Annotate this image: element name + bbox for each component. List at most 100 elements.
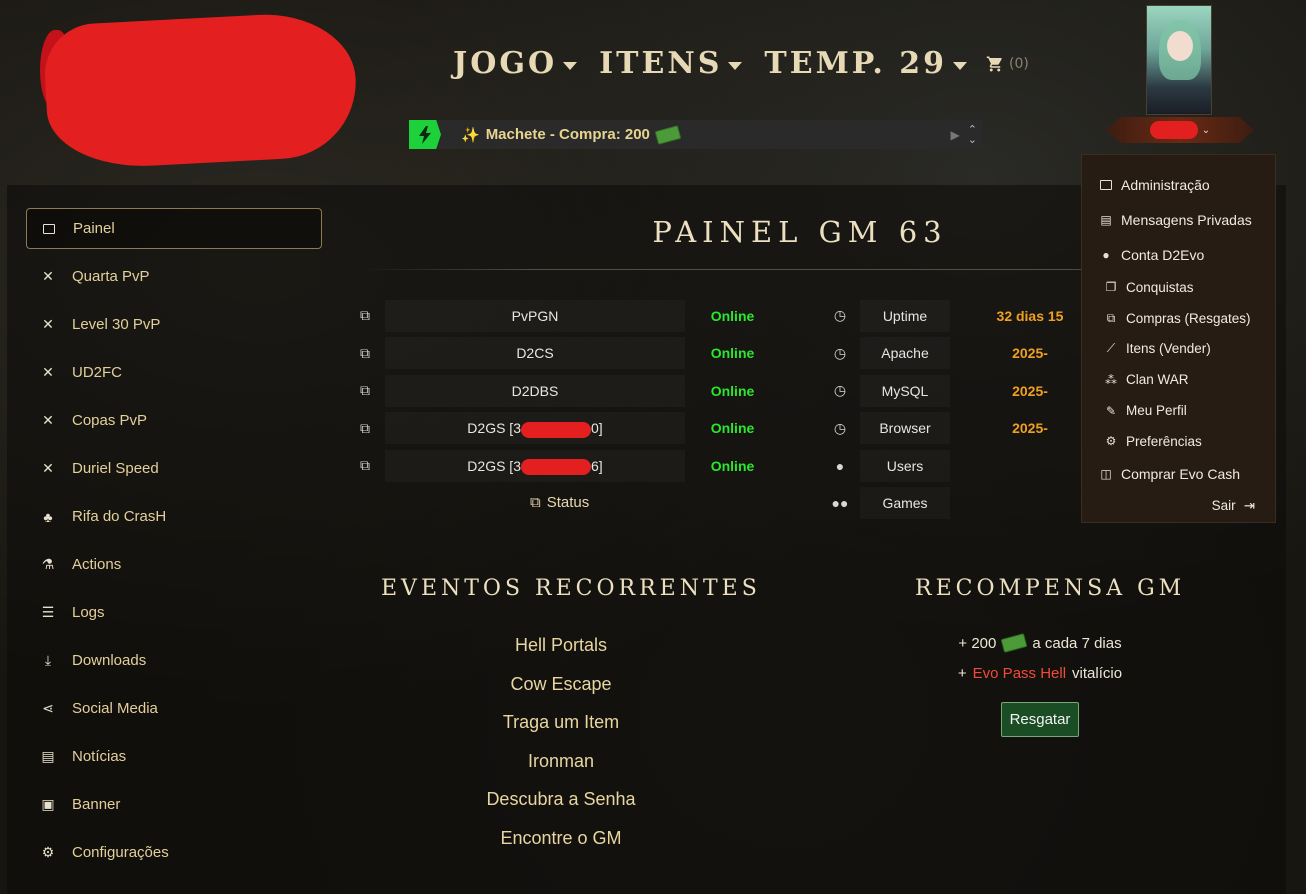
status-link-label: Status [546, 494, 590, 511]
sidebar-item-configuracoes[interactable]: ⚙ Configurações [26, 832, 322, 873]
menu-item-label: Comprar Evo Cash [1121, 466, 1241, 483]
user-menu-toggle[interactable]: ⌄ [1106, 117, 1254, 143]
sidebar-item-ud2fc[interactable]: ✕ UD2FC [26, 352, 322, 393]
sidebar-item-label: Banner [72, 796, 121, 813]
sidebar-item-level-30-pvp[interactable]: ✕ Level 30 PvP [26, 304, 322, 345]
server-status: Online [710, 382, 755, 399]
menu-item-meu-perfil[interactable]: ✎ Meu Perfil [1082, 395, 1275, 426]
network-icon: ⧉ [1106, 310, 1116, 325]
event-link[interactable]: Ironman [380, 744, 742, 783]
event-link[interactable]: Encontre o GM [380, 821, 742, 860]
event-link[interactable]: Traga um Item [380, 705, 742, 744]
image-icon: ▣ [41, 796, 55, 812]
server-name-prefix: D2GS [3 [467, 457, 521, 474]
share-icon: ⋖ [42, 700, 54, 716]
chevron-down-icon: ⌄ [1201, 124, 1211, 136]
chevron-down-icon[interactable]: ⌄ [968, 134, 977, 145]
sidebar-item-label: Notícias [72, 748, 127, 765]
sidebar-item-label: Level 30 PvP [72, 316, 161, 333]
swords-icon: ✕ [42, 412, 54, 428]
logout-button[interactable]: Sair ⇥ [1082, 492, 1275, 520]
status-link[interactable]: ⧉ Status [530, 494, 589, 511]
ticker-scroll-arrows[interactable]: ⌃ ⌄ [968, 124, 977, 145]
menu-item-compras[interactable]: ⧉ Compras (Resgates) [1082, 303, 1275, 334]
money-icon [1000, 633, 1028, 653]
sparkle-icon: ✨ [461, 126, 480, 144]
nav-itens-label: ITENS [599, 46, 723, 81]
sidebar-item-copas-pvp[interactable]: ✕ Copas PvP [26, 400, 322, 441]
menu-item-comprar-evo-cash[interactable]: ◫ Comprar Evo Cash [1082, 457, 1275, 492]
server-name: PvPGN [385, 300, 685, 332]
sidebar-item-label: Duriel Speed [72, 460, 159, 477]
sidebar-item-label: Copas PvP [72, 412, 148, 429]
sidebar-item-rifa-do-crash[interactable]: ♣ Rifa do CrasH [26, 496, 322, 537]
sidebar-item-logs[interactable]: ☰ Logs [26, 592, 322, 633]
table-row: ⧉ D2GS [3 6] Online [345, 447, 805, 485]
events-list: Hell Portals Cow Escape Traga um Item Ir… [380, 628, 742, 859]
user-edit-icon: ✎ [1105, 403, 1117, 418]
service-name: Games [860, 487, 950, 519]
reward-line: + 200 a cada 7 dias [900, 628, 1180, 658]
nav-temp-label: TEMP. 29 [764, 46, 948, 81]
menu-item-conta[interactable]: ● Conta D2Evo [1082, 237, 1275, 272]
sidebar-item-duriel-speed[interactable]: ✕ Duriel Speed [26, 448, 322, 489]
redacted-ip [521, 421, 591, 438]
server-status: Online [710, 457, 755, 474]
user-dropdown-menu: Administração ▤ Mensagens Privadas ● Con… [1081, 154, 1276, 523]
table-row: ⧉ D2CS Online [345, 335, 805, 373]
gear-icon: ⚙ [1105, 434, 1117, 449]
play-icon[interactable]: ▶ [951, 128, 960, 142]
group-icon: ⁂ [1105, 372, 1117, 387]
ticker-message[interactable]: ✨ Machete - Compra: 200 [461, 124, 951, 145]
news-ticker: ✨ Machete - Compra: 200 ▶ ⌃ ⌄ [409, 120, 983, 149]
service-name: MySQL [860, 375, 950, 407]
network-icon: ⧉ [360, 382, 370, 399]
swords-icon: ✕ [42, 316, 54, 332]
reward-duration: vitalício [1072, 664, 1123, 682]
user-avatar[interactable] [1146, 5, 1212, 115]
lightning-icon [409, 120, 441, 149]
event-link[interactable]: Descubra a Senha [380, 782, 742, 821]
menu-item-preferencias[interactable]: ⚙ Preferências [1082, 426, 1275, 457]
swords-icon: ✕ [42, 364, 54, 380]
menu-item-conquistas[interactable]: ❐ Conquistas [1082, 272, 1275, 303]
menu-item-clan-war[interactable]: ⁂ Clan WAR [1082, 364, 1275, 395]
logo-redacted[interactable] [42, 9, 360, 172]
redeem-button[interactable]: Resgatar [1000, 702, 1080, 737]
server-status: Online [710, 307, 755, 324]
cart-icon [986, 56, 1002, 71]
nav-temp[interactable]: TEMP. 29 [764, 46, 968, 81]
logout-label: Sair [1211, 498, 1236, 514]
sidebar-item-painel[interactable]: Painel [26, 208, 322, 249]
network-icon: ⧉ [530, 494, 541, 511]
sidebar-item-social-media[interactable]: ⋖ Social Media [26, 688, 322, 729]
event-link[interactable]: Cow Escape [380, 667, 742, 706]
gear-icon: ⚙ [41, 844, 55, 860]
menu-item-itens-vender[interactable]: ⟋ Itens (Vender) [1082, 334, 1275, 365]
menu-item-label: Conquistas [1126, 279, 1194, 295]
table-row: ⧉ D2GS [3 0] Online [345, 410, 805, 448]
sidebar-item-noticias[interactable]: ▤ Notícias [26, 736, 322, 777]
sidebar-item-quarta-pvp[interactable]: ✕ Quarta PvP [26, 256, 322, 297]
message-icon: ▤ [1100, 212, 1112, 227]
nav-itens[interactable]: ITENS [599, 46, 743, 81]
sidebar-item-actions[interactable]: ⚗ Actions [26, 544, 322, 585]
server-name-suffix: 6] [591, 457, 603, 474]
menu-item-mensagens[interactable]: ▤ Mensagens Privadas [1082, 202, 1275, 237]
cart-button[interactable]: (0) [985, 55, 1029, 73]
sidebar-item-downloads[interactable]: ⤓ Downloads [26, 640, 322, 681]
menu-item-label: Meu Perfil [1126, 403, 1187, 419]
menu-item-administracao[interactable]: Administração [1082, 167, 1275, 202]
menu-item-label: Administração [1121, 176, 1210, 193]
server-name-suffix: 0] [591, 420, 603, 437]
nav-jogo[interactable]: JOGO [453, 46, 578, 81]
network-icon: ⧉ [360, 419, 370, 436]
bag-icon: ◫ [1100, 467, 1112, 482]
clover-icon: ♣ [43, 508, 53, 525]
server-status: Online [710, 345, 755, 362]
event-link[interactable]: Hell Portals [380, 628, 742, 667]
events-title: EVENTOS RECORRENTES [381, 576, 761, 601]
sidebar-item-banner[interactable]: ▣ Banner [26, 784, 322, 825]
network-icon: ⧉ [360, 457, 370, 474]
service-name: Apache [860, 337, 950, 369]
